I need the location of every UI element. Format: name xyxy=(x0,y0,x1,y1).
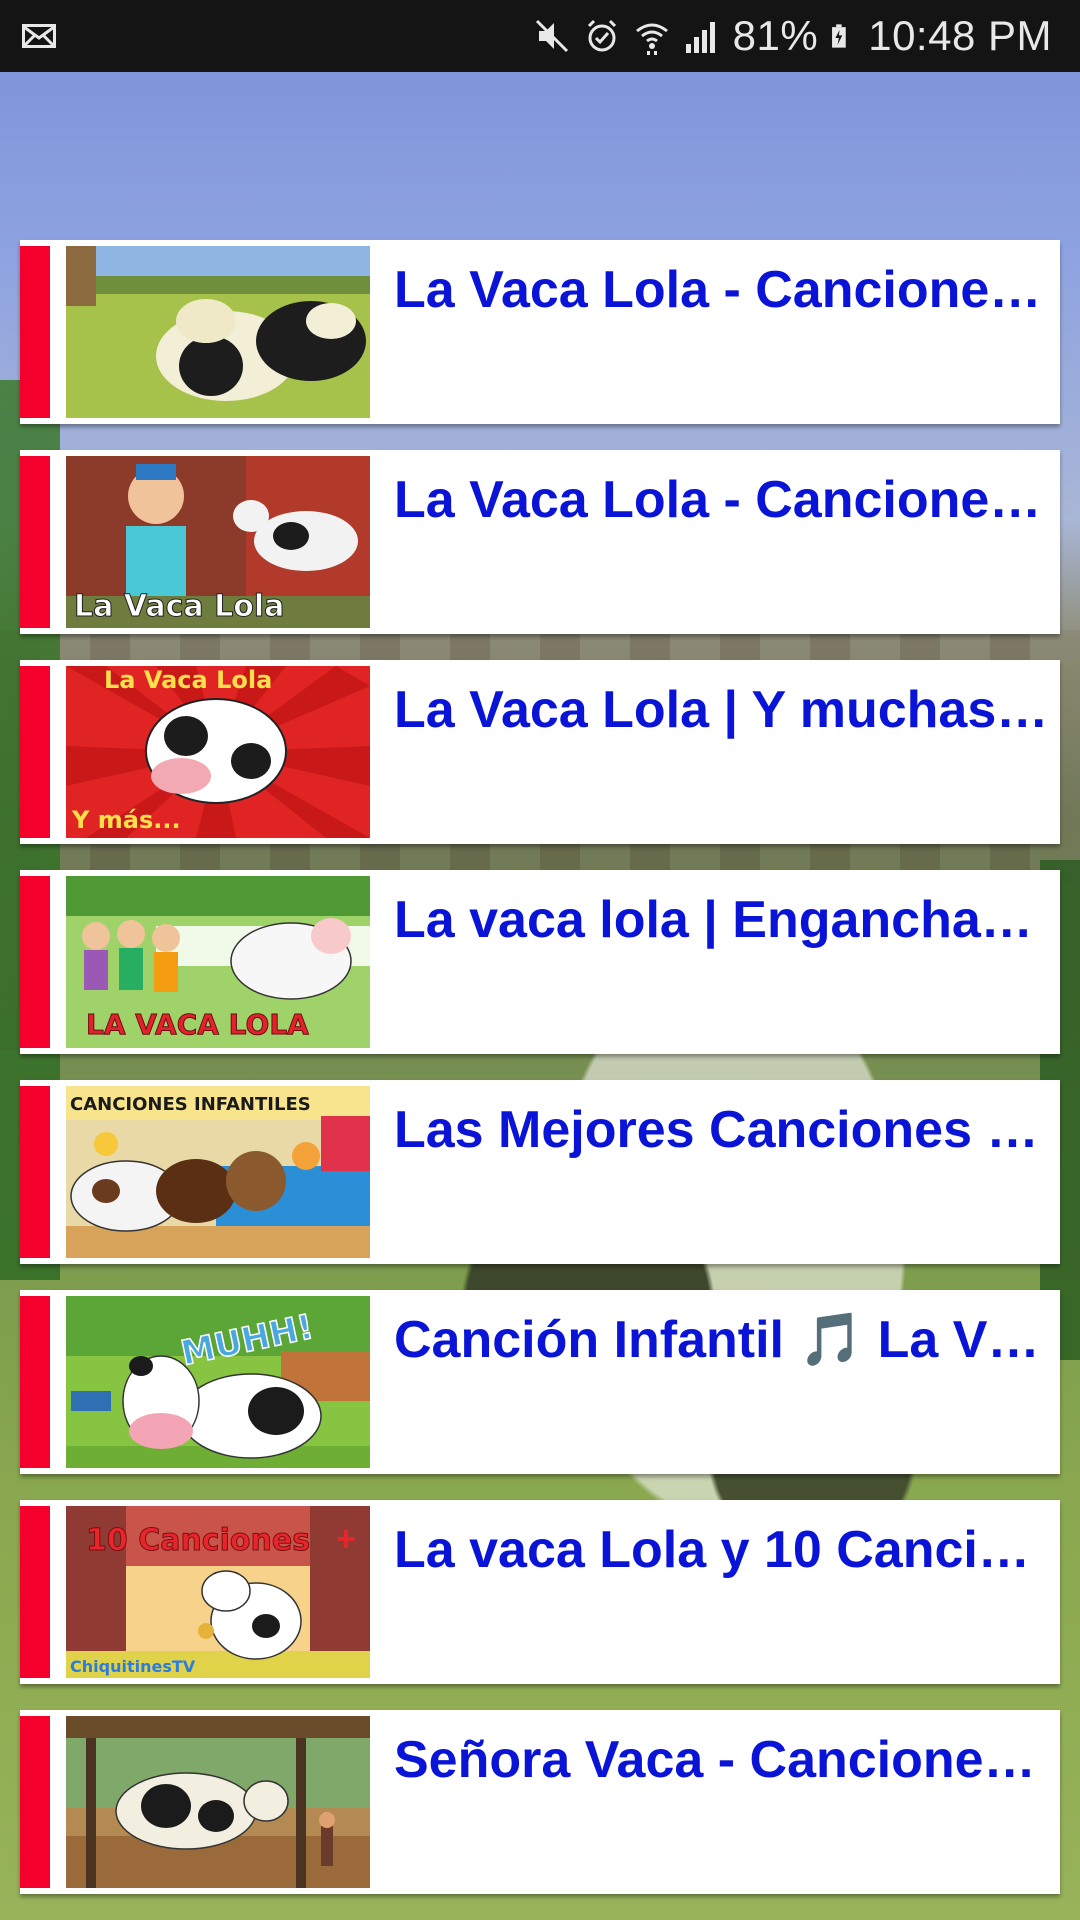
video-list-item[interactable]: La Vaca Lola - Cancione… xyxy=(20,240,1060,424)
video-thumbnail[interactable]: MUHH! xyxy=(66,1296,370,1468)
accent-bar xyxy=(20,1506,50,1678)
video-title[interactable]: La vaca lola | Enganchad… xyxy=(394,888,1049,952)
video-thumbnail[interactable]: La Vaca Lola Y más... xyxy=(66,666,370,838)
thumbnail-caption: LA VACA LOLA xyxy=(86,1008,309,1041)
video-list-item[interactable]: La Vaca Lola Y más... La Vaca Lola | Y m… xyxy=(20,660,1060,844)
accent-bar xyxy=(20,456,50,628)
video-title[interactable]: La Vaca Lola | Y muchas… xyxy=(394,678,1049,742)
thumbnail-caption-secondary: Y más... xyxy=(71,806,181,834)
video-list-item[interactable]: 10 Canciones + ChiquitinesTV La vaca Lol… xyxy=(20,1500,1060,1684)
video-thumbnail[interactable] xyxy=(66,1716,370,1888)
clock: 10:48 PM xyxy=(868,12,1052,59)
thumbnail-caption: CANCIONES INFANTILES xyxy=(70,1094,311,1115)
accent-bar xyxy=(20,1716,50,1888)
video-list: La Vaca Lola - Cancione… La Vaca Lola La… xyxy=(20,240,1060,1920)
video-title[interactable]: La Vaca Lola - Cancione… xyxy=(394,258,1049,322)
thumbnail-caption: La Vaca Lola xyxy=(104,666,272,694)
video-title[interactable]: La Vaca Lola - Cancione… xyxy=(394,468,1049,532)
video-list-item[interactable]: Señora Vaca - Cancione… xyxy=(20,1710,1060,1894)
accent-bar xyxy=(20,1086,50,1258)
video-list-item[interactable]: LA VACA LOLA La vaca lola | Enganchad… xyxy=(20,870,1060,1054)
svg-text:+: + xyxy=(336,1520,356,1558)
accent-bar xyxy=(20,246,50,418)
wifi-icon xyxy=(635,23,668,55)
thumbnail-caption: 10 Canciones xyxy=(86,1523,310,1558)
accent-bar xyxy=(20,666,50,838)
video-title[interactable]: La vaca Lola y 10 Cancio… xyxy=(394,1518,1049,1582)
accent-bar xyxy=(20,876,50,1048)
video-thumbnail[interactable]: CANCIONES INFANTILES xyxy=(66,1086,370,1258)
video-title[interactable]: Señora Vaca - Cancione… xyxy=(394,1728,1049,1792)
video-thumbnail[interactable] xyxy=(66,246,370,418)
signal-icon xyxy=(685,22,715,53)
video-thumbnail[interactable]: 10 Canciones + ChiquitinesTV xyxy=(66,1506,370,1678)
video-list-item[interactable]: CANCIONES INFANTILES Las Mejores Cancion… xyxy=(20,1080,1060,1264)
video-list-item[interactable]: La Vaca Lola La Vaca Lola - Cancione… xyxy=(20,450,1060,634)
battery-charging-icon xyxy=(832,24,846,48)
video-list-item[interactable]: MUHH! Canción Infantil 🎵 La V… xyxy=(20,1290,1060,1474)
video-title[interactable]: Canción Infantil 🎵 La V… xyxy=(394,1308,1049,1372)
status-bar: 81% 10:48 PM xyxy=(0,0,1080,72)
video-thumbnail[interactable]: LA VACA LOLA xyxy=(66,876,370,1048)
video-title[interactable]: Las Mejores Canciones I… xyxy=(394,1098,1049,1162)
thumbnail-caption: La Vaca Lola xyxy=(74,589,284,624)
mute-icon xyxy=(535,19,568,53)
mail-notification-icon xyxy=(22,24,56,48)
video-thumbnail[interactable]: La Vaca Lola xyxy=(66,456,370,628)
alarm-icon xyxy=(587,19,616,52)
accent-bar xyxy=(20,1296,50,1468)
thumbnail-caption-secondary: ChiquitinesTV xyxy=(70,1657,196,1676)
battery-percent: 81% xyxy=(732,12,819,59)
